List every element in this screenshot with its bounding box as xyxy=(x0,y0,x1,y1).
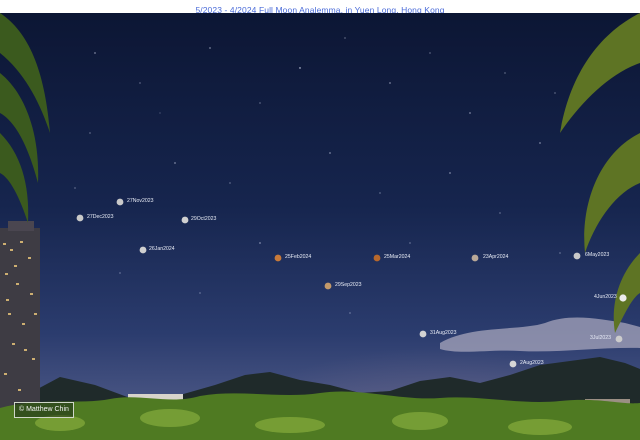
moon-label-25feb2024: 25Feb2024 xyxy=(285,254,312,260)
moon-label-27dec2023: 27Dec2023 xyxy=(87,214,114,220)
moon-label-29oct2023: 29Oct2023 xyxy=(191,216,217,222)
moon-label-25mar2024: 25Mar2024 xyxy=(384,254,411,260)
moon-label-2aug2023: 2Aug2023 xyxy=(520,360,544,366)
moon-label-23apr2024: 23Apr2024 xyxy=(483,254,509,260)
moon-label-27nov2023: 27Nov2023 xyxy=(127,198,154,204)
credit-text: © Matthew Chin xyxy=(19,406,69,413)
tall-building xyxy=(0,221,40,418)
title-bar: 5/2023 - 4/2024 Full Moon Analemma, in Y… xyxy=(0,0,640,15)
analemma-photo: 27Nov2023 27Dec2023 29Oct2023 26Jan2024 … xyxy=(0,13,640,440)
moon-label-29sep2023: 29Sep2023 xyxy=(335,282,362,288)
photo-credit: © Matthew Chin xyxy=(14,402,74,418)
night-sky-scene xyxy=(0,13,640,440)
moon-label-3jul2023: 3Jul2023 xyxy=(590,335,612,341)
moon-label-31aug2023: 31Aug2023 xyxy=(430,330,457,336)
moon-label-6may2023: 6May2023 xyxy=(585,252,610,258)
moon-label-26jan2024: 26Jan2024 xyxy=(149,246,175,252)
moon-label-4jun2023: 4Jun2023 xyxy=(594,294,617,300)
